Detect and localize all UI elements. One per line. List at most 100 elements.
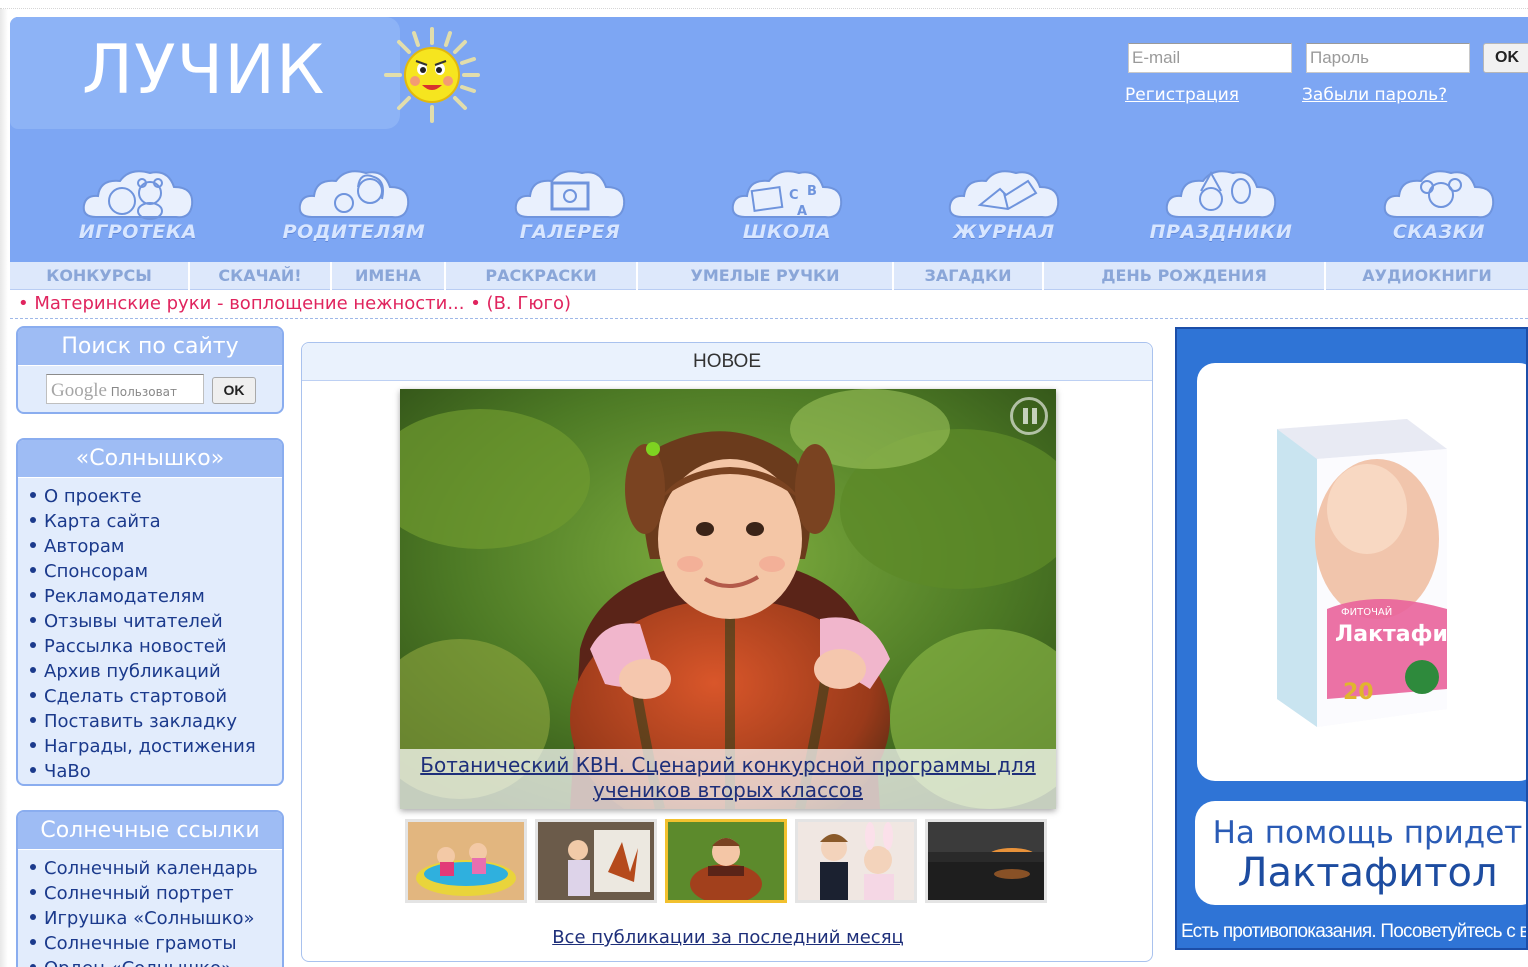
product-count-text: 20 [1343, 680, 1374, 705]
forgot-password-link[interactable]: Забыли пароль? [1302, 85, 1447, 105]
ad-line-1: На помощь придет [1212, 815, 1523, 851]
list-item[interactable]: Солнечный календарь [30, 856, 282, 881]
list-item-label: Рассылка новостей [44, 636, 227, 657]
nav-prazdniki[interactable]: ПРАЗДНИКИ [1141, 165, 1301, 257]
nav-shkola[interactable]: C B A ШКОЛА [707, 165, 867, 257]
list-item-label: Поставить закладку [44, 711, 238, 732]
svg-text:A: A [797, 204, 807, 219]
girl-with-pumpkin-thumbnail [668, 822, 784, 900]
list-item[interactable]: Спонсорам [30, 559, 282, 584]
google-search-input[interactable]: Google Пользоват [46, 374, 204, 404]
list-item-label: Рекламодателям [44, 586, 205, 607]
subnav-umelye-ruchki[interactable]: УМЕЛЫЕ РУЧКИ [638, 262, 894, 290]
list-item[interactable]: Отзывы читателей [30, 609, 282, 634]
photo-caption[interactable]: Ботанический КВН. Сценарий конкурсной пр… [400, 749, 1056, 809]
new-section-title: НОВОЕ [302, 343, 1152, 381]
children-in-costumes-thumbnail [798, 822, 914, 900]
list-item[interactable]: Солнечный портрет [30, 881, 282, 906]
list-item-label: Солнечный портрет [44, 883, 234, 904]
logo-text: ЛУЧИК [82, 31, 326, 110]
open-book-icon [948, 170, 1060, 219]
list-item-label: О проекте [44, 486, 142, 507]
nav-roditelyam[interactable]: РОДИТЕЛЯМ [274, 165, 434, 257]
sun-icon [384, 27, 480, 123]
email-input[interactable]: E-mail [1128, 43, 1292, 73]
list-item[interactable]: Архив публикаций [30, 659, 282, 684]
list-item[interactable]: Солнечные грамоты [30, 931, 282, 956]
fairy-tale-icon [1383, 170, 1495, 219]
ad-line-2: Лактафитол [1237, 850, 1498, 896]
caption-link-line1[interactable]: Ботанический КВН. Сценарий конкурсной пр… [420, 753, 1036, 777]
family-icon [298, 170, 410, 219]
subnav-audioknigi[interactable]: АУДИОКНИГИ [1326, 262, 1528, 290]
list-item-label: Солнечный календарь [44, 858, 258, 879]
subnav-skachai[interactable]: СКАЧАЙ! [190, 262, 332, 290]
bullet [30, 642, 36, 648]
subnav-raskraski[interactable]: РАСКРАСКИ [446, 262, 638, 290]
thumbnail[interactable] [405, 819, 527, 903]
list-item[interactable]: Сделать стартовой [30, 684, 282, 709]
thumbnail-active[interactable] [665, 819, 787, 903]
search-row: Google Пользоват OK [18, 366, 282, 412]
list-item-label: Награды, достижения [44, 736, 256, 757]
bullet [30, 542, 36, 548]
bullet [30, 517, 36, 523]
ad-banner[interactable]: Лактафитол ФИТОЧАЙ 20 На помощь придет Л… [1175, 327, 1528, 950]
bullet [30, 914, 36, 920]
list-item-label: Спонсорам [44, 561, 149, 582]
thumbnail[interactable] [795, 819, 917, 903]
bullet [30, 592, 36, 598]
product-box-image: Лактафитол ФИТОЧАЙ 20 [1277, 419, 1457, 727]
nav-skazki[interactable]: СКАЗКИ [1359, 165, 1519, 257]
list-item[interactable]: Рекламодателям [30, 584, 282, 609]
links-list: Солнечный календарь Солнечный портрет Иг… [18, 850, 282, 967]
list-item[interactable]: Игрушка «Солнышко» [30, 906, 282, 931]
links-box-title: Солнечные ссылки [18, 812, 282, 850]
top-strip [0, 0, 1528, 9]
password-input[interactable]: Пароль [1306, 43, 1470, 73]
subnav-den-rozhdeniya[interactable]: ДЕНЬ РОЖДЕНИЯ [1044, 262, 1326, 290]
list-item[interactable]: Авторам [30, 534, 282, 559]
google-logo: Google [51, 380, 107, 401]
bullet [30, 717, 36, 723]
nav-zhurnal[interactable]: ЖУРНАЛ [924, 165, 1084, 257]
list-item[interactable]: Поставить закладку [30, 709, 282, 734]
login-ok-button[interactable]: OK [1483, 43, 1528, 73]
list-item[interactable]: Карта сайта [30, 509, 282, 534]
list-item[interactable]: Орден «Солнышко» [30, 956, 282, 967]
svg-text:B: B [807, 184, 817, 199]
subnav-zagadki[interactable]: ЗАГАДКИ [894, 262, 1044, 290]
list-item[interactable]: Награды, достижения [30, 734, 282, 759]
caption-link-line2[interactable]: учеников вторых классов [593, 778, 863, 802]
subnav-konkursy[interactable]: КОНКУРСЫ [10, 262, 190, 290]
ad-product-panel: Лактафитол ФИТОЧАЙ 20 [1197, 363, 1526, 781]
featured-photo[interactable]: Ботанический КВН. Сценарий конкурсной пр… [400, 389, 1056, 809]
site-header: ЛУЧИК E-mail Пароль OK Регистрация Забыл… [10, 17, 1528, 262]
all-publications-link[interactable]: Все публикации за последний месяц [302, 927, 1154, 948]
list-item[interactable]: О проекте [30, 484, 282, 509]
nav-label: СКАЗКИ [1392, 221, 1486, 243]
nav-label: ИГРОТЕКА [78, 221, 198, 243]
nav-label: ГАЛЕРЕЯ [519, 221, 621, 243]
thumbnail[interactable] [535, 819, 657, 903]
picture-frame-icon [514, 170, 626, 219]
girl-with-pumpkin-image [400, 389, 1056, 809]
bullet [30, 767, 36, 773]
ad-headline: На помощь придет Лактафитол [1195, 801, 1526, 905]
list-item[interactable]: ЧаВо [30, 759, 282, 784]
search-ok-button[interactable]: OK [212, 377, 256, 404]
logo[interactable]: ЛУЧИК [10, 17, 400, 129]
list-item-label: Игрушка «Солнышко» [44, 908, 255, 929]
nav-galereya[interactable]: ГАЛЕРЕЯ [490, 165, 650, 257]
subnav-imena[interactable]: ИМЕНА [332, 262, 446, 290]
pause-icon[interactable] [1010, 397, 1048, 435]
list-item[interactable]: Рассылка новостей [30, 634, 282, 659]
bullet [30, 667, 36, 673]
bullet [30, 692, 36, 698]
svg-text:C: C [789, 188, 799, 203]
thumbnail[interactable] [925, 819, 1047, 903]
nav-label: ЖУРНАЛ [953, 221, 1055, 243]
nav-igroteka[interactable]: ИГРОТЕКА [58, 165, 218, 257]
register-link[interactable]: Регистрация [1125, 85, 1239, 105]
bullet [30, 864, 36, 870]
